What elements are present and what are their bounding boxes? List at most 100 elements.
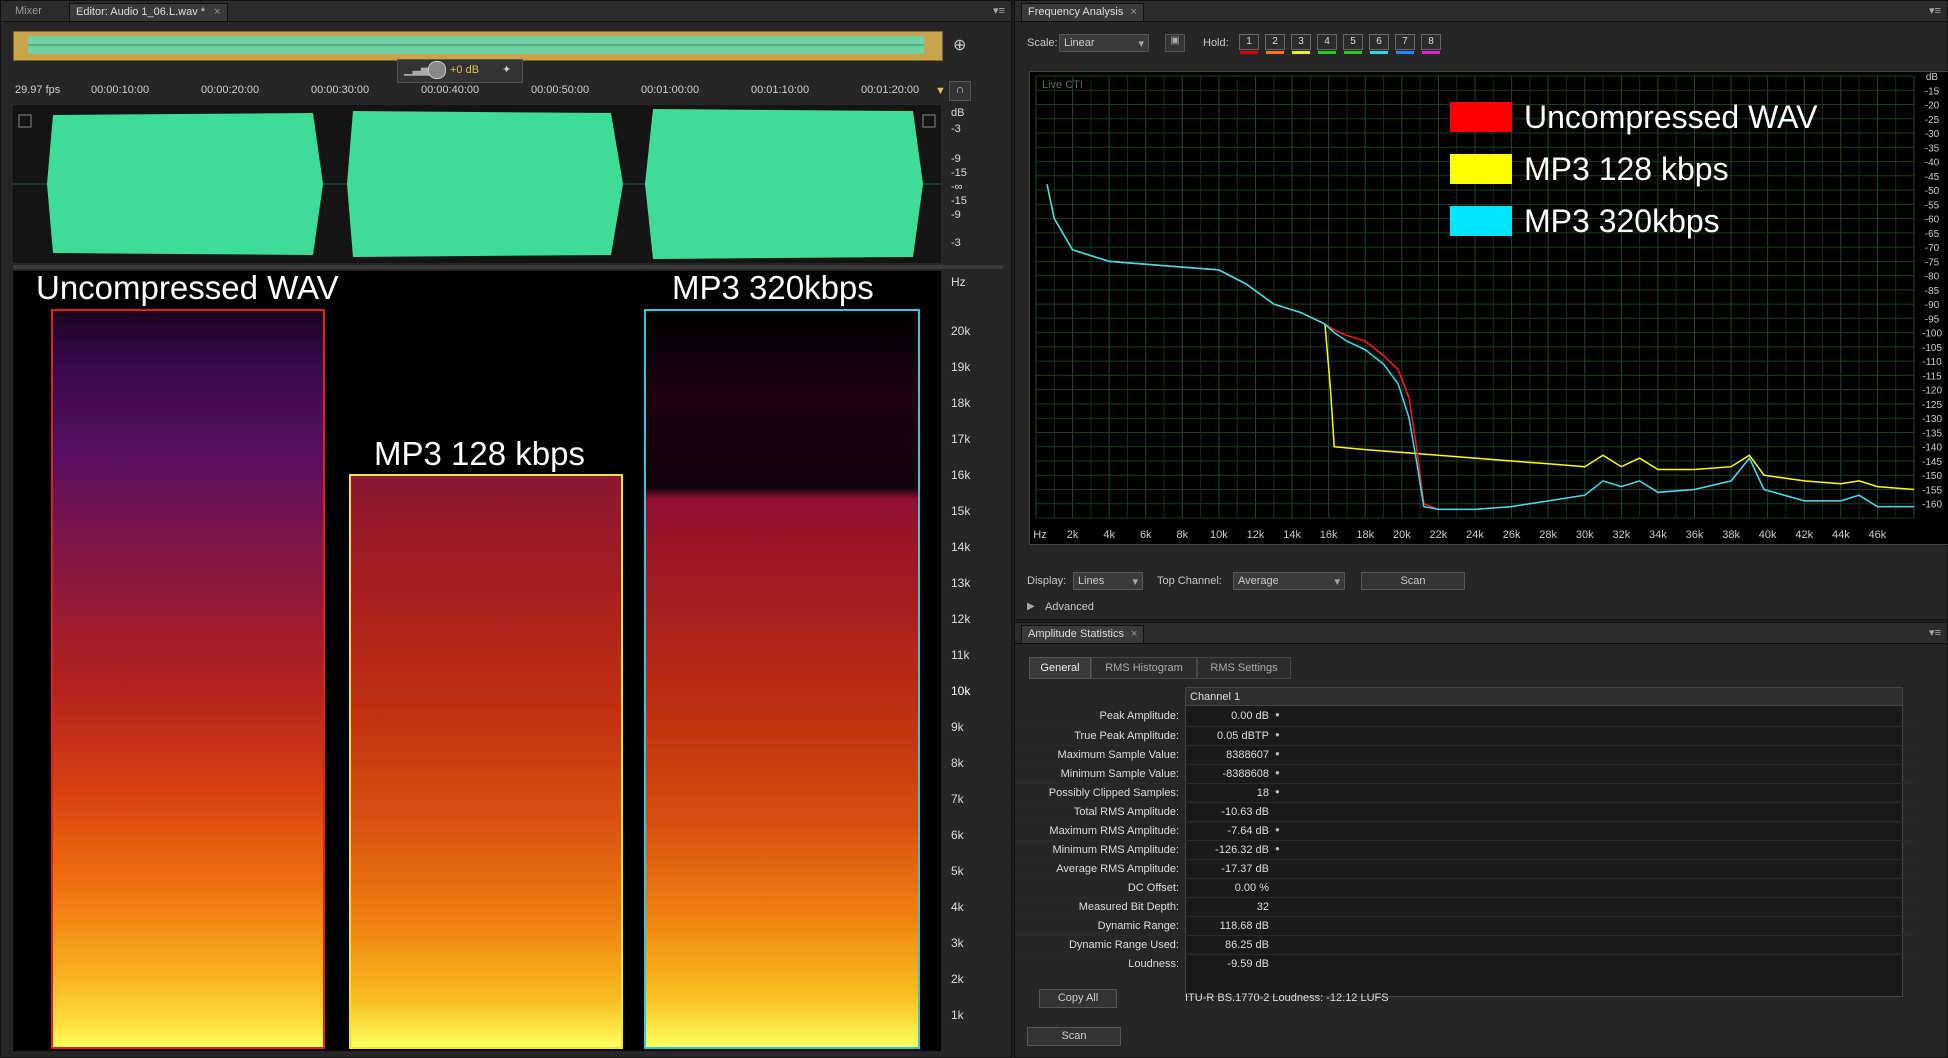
hold-button-label: 4: [1324, 36, 1330, 47]
stats-row: Possibly Clipped Samples: 18 ●: [1015, 783, 1915, 803]
db-ruler-label: -9: [951, 153, 961, 165]
legend-swatch: [1450, 206, 1512, 236]
stats-label: Minimum RMS Amplitude:: [1052, 844, 1179, 856]
db-ruler-label: dB: [951, 107, 965, 119]
y-tick-label: -65: [1925, 229, 1940, 240]
gain-value: +0 dB: [450, 64, 480, 76]
tab-editor[interactable]: Editor: Audio 1_06.L.wav * ×: [69, 3, 228, 21]
top-channel-select[interactable]: Average ▾: [1233, 572, 1345, 590]
db-ruler-label: -3: [951, 123, 961, 135]
hold-color-bar: [1422, 51, 1440, 54]
close-icon[interactable]: ×: [1130, 6, 1136, 18]
chevron-down-icon: ▾: [1132, 576, 1138, 588]
panel-menu-icon[interactable]: ▾≡: [1929, 626, 1941, 639]
chevron-right-icon[interactable]: ▶: [1027, 601, 1035, 612]
tab-amplitude-statistics[interactable]: Amplitude Statistics ×: [1021, 625, 1145, 643]
hud-gain[interactable]: ▁▃▅ +0 dB ✦: [397, 59, 523, 83]
tab-rms-settings[interactable]: RMS Settings: [1197, 657, 1291, 679]
frequency-chart: Hz 2k 4k 6k 8k 10k 12k 14k 16k 18k 20k 22k 24k 26k 28k…: [1029, 71, 1948, 545]
panel-menu-icon[interactable]: ▾≡: [993, 4, 1005, 17]
timecode: 00:00:40:00: [421, 84, 480, 96]
hold-button-6[interactable]: 6: [1369, 34, 1389, 54]
copy-icon[interactable]: ▣: [1165, 34, 1185, 52]
stats-label: True Peak Amplitude:: [1074, 730, 1179, 742]
hold-button-2[interactable]: 2: [1265, 34, 1285, 54]
stats-value: 18: [1256, 787, 1269, 799]
hz-label: 14k: [951, 540, 971, 554]
time-ruler[interactable]: 29.97 fps 00:00:10:00 00:00:20:00 00:00:…: [13, 81, 941, 101]
hold-button-3[interactable]: 3: [1291, 34, 1311, 54]
spectrogram-wav: [51, 309, 325, 1049]
scan-button[interactable]: Scan: [1361, 572, 1465, 590]
volume-knob-icon[interactable]: [428, 61, 446, 79]
waveform-svg: [13, 109, 941, 259]
navigate-icon[interactable]: ●: [1275, 787, 1280, 796]
stats-row: Total RMS Amplitude: -10.63 dB: [1015, 802, 1915, 822]
db-ruler-label: -15: [951, 195, 967, 207]
hz-label: 3k: [951, 936, 964, 950]
y-tick-label: -140: [1922, 443, 1942, 454]
x-tick-label: 28k: [1539, 529, 1557, 541]
y-tick-label: -125: [1922, 400, 1942, 411]
close-icon[interactable]: ×: [214, 6, 220, 18]
overview-wave-svg: [28, 36, 924, 54]
tab-editor-label: Editor: Audio 1_06.L.wav *: [76, 6, 206, 18]
timecode: 00:00:30:00: [311, 84, 370, 96]
tab-frequency-analysis[interactable]: Frequency Analysis ×: [1021, 3, 1144, 21]
hz-label: 19k: [951, 360, 971, 374]
time-indicator-icon[interactable]: ▼: [935, 85, 946, 97]
stats-label: Dynamic Range:: [1097, 920, 1179, 932]
display-select[interactable]: Lines ▾: [1073, 572, 1143, 590]
top-channel-value: Average: [1238, 575, 1279, 587]
panel-menu-icon[interactable]: ▾≡: [1929, 4, 1941, 17]
hold-button-8[interactable]: 8: [1421, 34, 1441, 54]
hold-button-5[interactable]: 5: [1343, 34, 1363, 54]
stats-row: Dynamic Range Used: 86.25 dB: [1015, 935, 1915, 955]
chevron-down-icon: ▾: [1138, 38, 1144, 50]
display-value: Lines: [1078, 575, 1105, 587]
hold-button-4[interactable]: 4: [1317, 34, 1337, 54]
x-tick-label: 38k: [1722, 529, 1740, 541]
tab-rms-histogram[interactable]: RMS Histogram: [1091, 657, 1197, 679]
fps-label: 29.97 fps: [15, 84, 61, 96]
copy-all-button[interactable]: Copy All: [1039, 989, 1117, 1008]
headphones-icon[interactable]: ∩: [949, 81, 971, 101]
amplitude-statistics-panel: Amplitude Statistics × ▾≡ General RMS Hi…: [1014, 622, 1948, 1058]
hold-button-label: 6: [1376, 36, 1382, 47]
db-ruler-label: -3: [951, 237, 961, 249]
hold-color-bar: [1292, 51, 1310, 54]
navigate-icon[interactable]: ●: [1275, 730, 1280, 739]
navigate-icon[interactable]: ●: [1275, 749, 1280, 758]
advanced-label[interactable]: Advanced: [1045, 601, 1094, 613]
navigate-icon[interactable]: ●: [1275, 825, 1280, 834]
navigate-icon[interactable]: ●: [1275, 768, 1280, 777]
navigate-icon[interactable]: ●: [1275, 844, 1280, 853]
y-tick-label: -25: [1925, 115, 1940, 126]
hz-label: 1k: [951, 1008, 964, 1022]
tab-general[interactable]: General: [1029, 657, 1091, 679]
navigate-icon[interactable]: ●: [1275, 710, 1280, 719]
hold-button-7[interactable]: 7: [1395, 34, 1415, 54]
scan-button[interactable]: Scan: [1027, 1027, 1121, 1046]
hz-label: 6k: [951, 828, 964, 842]
y-tick-label: -145: [1922, 457, 1942, 468]
x-tick-label: 16k: [1320, 529, 1338, 541]
editor-panel: Mixer Editor: Audio 1_06.L.wav * × ▾≡ ⊕ …: [0, 0, 1012, 1058]
stats-value: 32: [1256, 901, 1269, 913]
stats-row: Dynamic Range: 118.68 dB: [1015, 916, 1915, 936]
hold-button-1[interactable]: 1: [1239, 34, 1259, 54]
spectrogram-mp3-320: [644, 309, 920, 1049]
y-tick-label: -20: [1925, 101, 1940, 112]
y-tick-label: -70: [1925, 243, 1940, 254]
pin-icon[interactable]: ✦: [502, 63, 511, 76]
y-tick-label: -160: [1922, 500, 1942, 511]
live-cti-label: Live CTI: [1042, 79, 1083, 91]
scale-select[interactable]: Linear ▾: [1059, 34, 1149, 52]
stats-row: Average RMS Amplitude: -17.37 dB: [1015, 859, 1915, 879]
y-tick-label: -155: [1922, 485, 1942, 496]
waveform-view[interactable]: [13, 105, 941, 263]
close-icon[interactable]: ×: [1131, 628, 1137, 640]
zoom-icon[interactable]: ⊕: [953, 35, 966, 55]
tab-mixer[interactable]: Mixer: [9, 3, 48, 20]
overview-waveform[interactable]: [13, 31, 943, 61]
